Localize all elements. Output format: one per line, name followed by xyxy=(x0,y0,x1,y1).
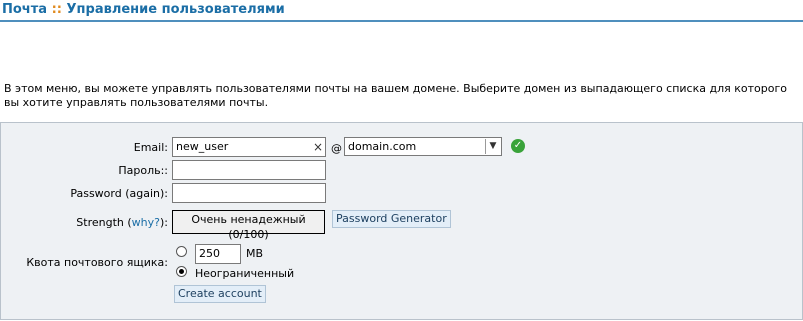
why-link[interactable]: why? xyxy=(132,216,160,229)
password-label: Пароль:: xyxy=(118,164,168,177)
email-label: Email: xyxy=(133,141,168,154)
domain-select[interactable]: domain.com ▼ xyxy=(344,137,502,156)
email-input[interactable]: new_user xyxy=(172,137,326,157)
strength-text: Очень ненадежный xyxy=(191,213,306,226)
clear-icon[interactable]: × xyxy=(313,140,323,154)
strength-score: (0/100) xyxy=(228,228,269,241)
password-again-input[interactable] xyxy=(172,183,326,203)
create-account-button[interactable]: Create account xyxy=(174,285,266,303)
quota-unlimited-radio[interactable] xyxy=(176,266,187,277)
title-separator: :: xyxy=(51,2,62,17)
check-circle-icon: ✓ xyxy=(511,139,525,153)
section-title: Почта xyxy=(2,2,48,17)
quota-label: Квота почтового ящика: xyxy=(26,256,168,269)
quota-limited-radio[interactable] xyxy=(176,246,187,257)
page-header: Почта :: Управление пользователями xyxy=(0,0,803,22)
page-subtitle: Управление пользователями xyxy=(66,2,285,17)
strength-label: Strength (why?): xyxy=(76,216,168,229)
password-input[interactable] xyxy=(172,160,326,180)
strength-label-text: Strength xyxy=(76,216,124,229)
chevron-down-icon[interactable]: ▼ xyxy=(485,139,500,154)
quota-input[interactable]: 250 xyxy=(195,244,241,264)
strength-paren-close: ): xyxy=(160,216,168,229)
intro-text: В этом меню, вы можете управлять пользов… xyxy=(4,82,787,109)
at-sign: @ xyxy=(331,142,342,155)
domain-select-value: domain.com xyxy=(348,140,417,153)
password-generator-button[interactable]: Password Generator xyxy=(332,210,451,228)
password-again-label: Password (again): xyxy=(70,187,168,200)
unlimited-label: Неограниченный xyxy=(195,267,295,280)
page-title: Почта :: Управление пользователями xyxy=(2,2,285,17)
quota-unit: MB xyxy=(246,247,264,260)
